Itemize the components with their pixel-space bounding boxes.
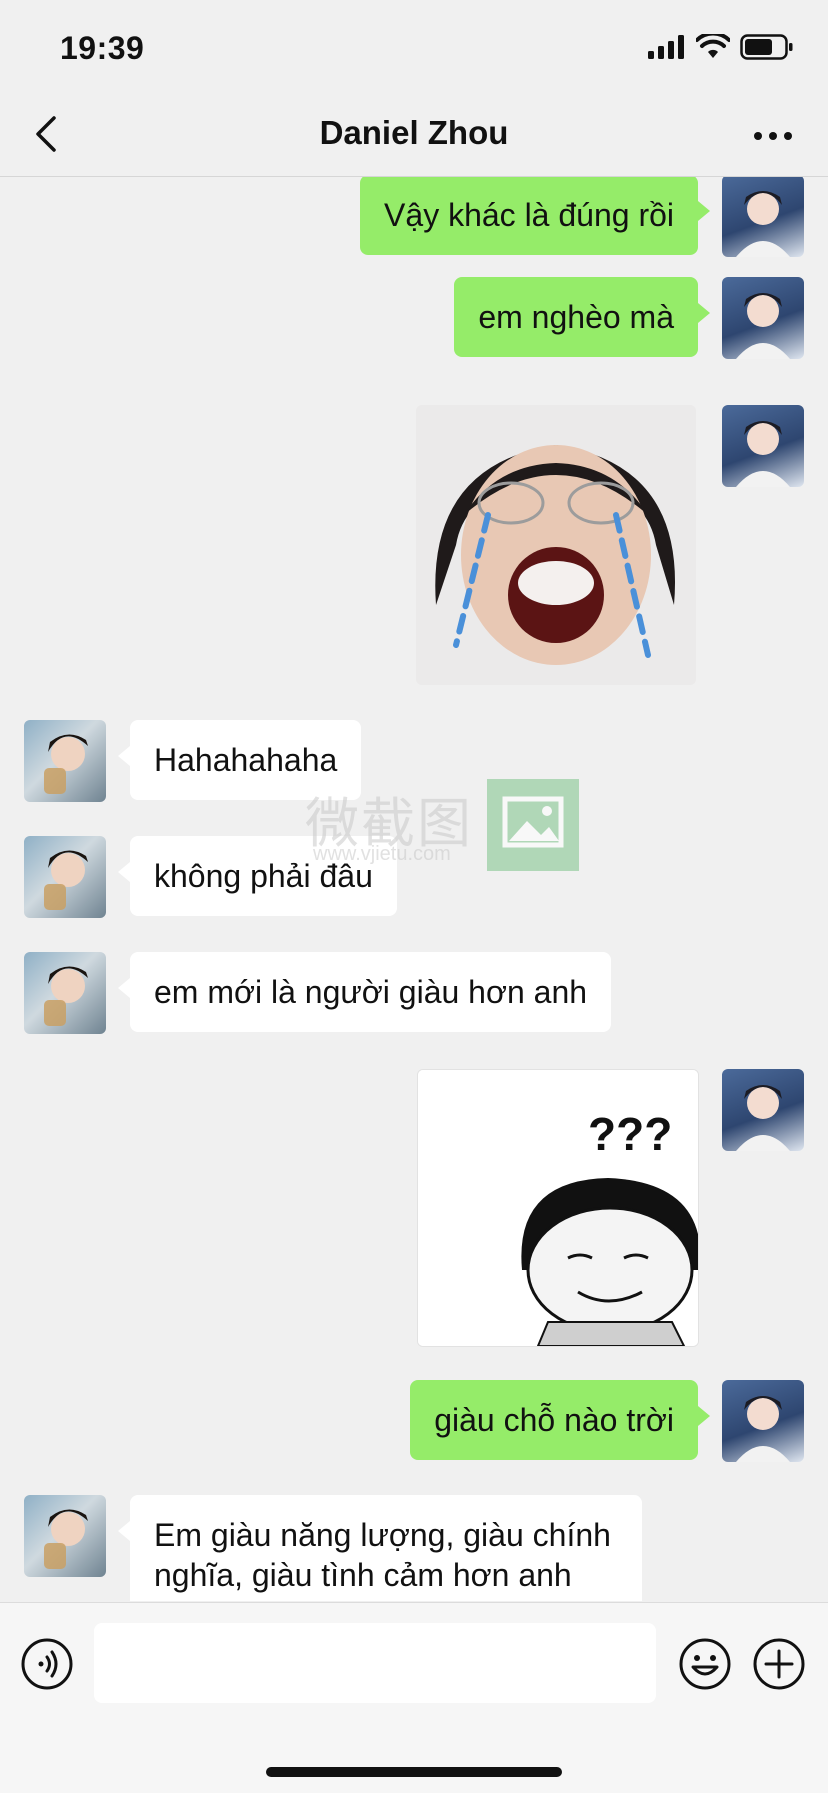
input-bar [0,1602,828,1793]
status-bar: 19:39 [0,0,828,94]
home-indicator[interactable] [266,1767,562,1777]
battery-icon [740,34,793,60]
message-input-field[interactable] [94,1623,656,1703]
voice-input-icon[interactable] [20,1637,74,1691]
signal-icon [648,35,684,59]
chat-title: Daniel Zhou [319,114,509,151]
confused-question-mark-sticker[interactable]: ??? [417,1069,699,1347]
my-avatar[interactable] [722,277,804,359]
contact-avatar[interactable] [24,952,106,1034]
watermark-logo-icon [487,779,579,871]
contact-message-bubble[interactable]: Em giàu năng lượng, giàu chính nghĩa, gi… [118,1495,642,1601]
watermark-url: www.vjietu.com [313,843,451,865]
sticker-caption: ??? [588,1108,672,1160]
status-time: 19:39 [60,30,145,66]
more-options-icon[interactable] [748,116,798,156]
nav-bar: Daniel Zhou [0,94,828,177]
crying-face-sticker[interactable] [416,405,696,685]
contact-avatar[interactable] [24,1495,106,1577]
status-icons [648,34,794,60]
contact-avatar[interactable] [24,720,106,802]
chat-area[interactable]: Vậy khác là đúng rồi em nghèo mà Hahahah… [0,177,828,1601]
my-avatar[interactable] [722,177,804,257]
contact-message-bubble[interactable]: em mới là người giàu hơn anh [117,952,612,1032]
emoji-icon[interactable] [678,1637,732,1691]
my-avatar[interactable] [722,1069,804,1151]
contact-avatar[interactable] [24,836,106,918]
my-message-bubble[interactable]: giàu chỗ nào trời [410,1380,710,1460]
my-message-bubble[interactable]: em nghèo mà [454,277,710,357]
add-attachment-icon[interactable] [752,1637,806,1691]
my-avatar[interactable] [722,1380,804,1462]
my-message-bubble[interactable]: Vậy khác là đúng rồi [360,177,710,255]
wifi-icon [696,34,730,58]
watermark: 微截图 www.vjietu.com [305,779,580,871]
my-avatar[interactable] [722,405,804,487]
